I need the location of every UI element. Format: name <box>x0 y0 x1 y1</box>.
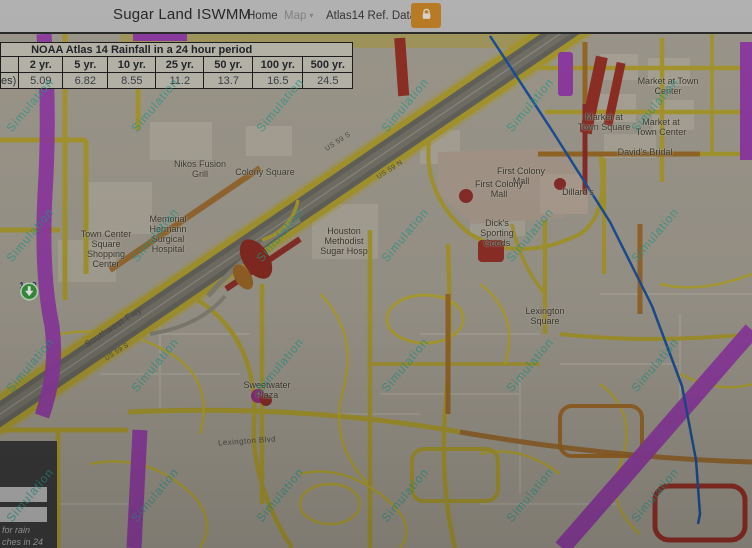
basemap-flood-overlay <box>0 34 752 548</box>
rainfall-table: NOAA Atlas 14 Rainfall in a 24 hour peri… <box>0 42 353 89</box>
top-bar: Sugar Land ISWMM Home Map▾ Atlas14 Ref. … <box>0 0 752 34</box>
column-header: 50 yr. <box>204 57 253 73</box>
table-caption-row: NOAA Atlas 14 Rainfall in a 24 hour peri… <box>1 43 353 57</box>
legend-caption-line: for rain <box>2 525 30 535</box>
chevron-down-icon: ▾ <box>309 11 313 20</box>
legend-caption-line: ches in 24 <box>2 537 43 547</box>
sign-in-button[interactable] <box>411 3 441 28</box>
table-header-row: 2 yr. 5 yr. 10 yr. 25 yr. 50 yr. 100 yr.… <box>1 57 353 73</box>
legend-swatch <box>0 507 47 522</box>
value-cell: 24.5 <box>303 73 353 89</box>
value-cell: 6.82 <box>63 73 108 89</box>
legend-swatch <box>0 487 47 502</box>
value-cell: 13.7 <box>204 73 253 89</box>
column-header: 10 yr. <box>108 57 156 73</box>
value-cell: 5.09 <box>19 73 63 89</box>
column-header: 2 yr. <box>19 57 63 73</box>
column-header: 25 yr. <box>156 57 204 73</box>
value-cell: 16.5 <box>253 73 303 89</box>
value-cell: 8.55 <box>108 73 156 89</box>
column-header: 500 yr. <box>303 57 353 73</box>
nav-item-map[interactable]: Map▾ <box>284 10 313 22</box>
table-title: NOAA Atlas 14 Rainfall in a 24 hour peri… <box>1 43 353 57</box>
column-header: 5 yr. <box>63 57 108 73</box>
column-header: 100 yr. <box>253 57 303 73</box>
row-label-header <box>1 57 19 73</box>
app-title: Sugar Land ISWMM <box>113 6 251 23</box>
table-value-row: es) 5.09 6.82 8.55 11.2 13.7 16.5 24.5 <box>1 73 353 89</box>
row-label-fragment: es) <box>1 73 19 89</box>
nav-item-home[interactable]: Home <box>247 10 278 22</box>
value-cell: 11.2 <box>156 73 204 89</box>
nav-item-atlas14-ref-data[interactable]: Atlas14 Ref. Data <box>326 10 416 22</box>
lock-icon <box>420 8 433 24</box>
rainfall-marker[interactable]: 1.12 <box>19 282 37 291</box>
legend-panel: for rain ches in 24 <box>0 441 57 548</box>
map-viewport[interactable]: Market at Town Center Market at Town Squ… <box>0 34 752 548</box>
